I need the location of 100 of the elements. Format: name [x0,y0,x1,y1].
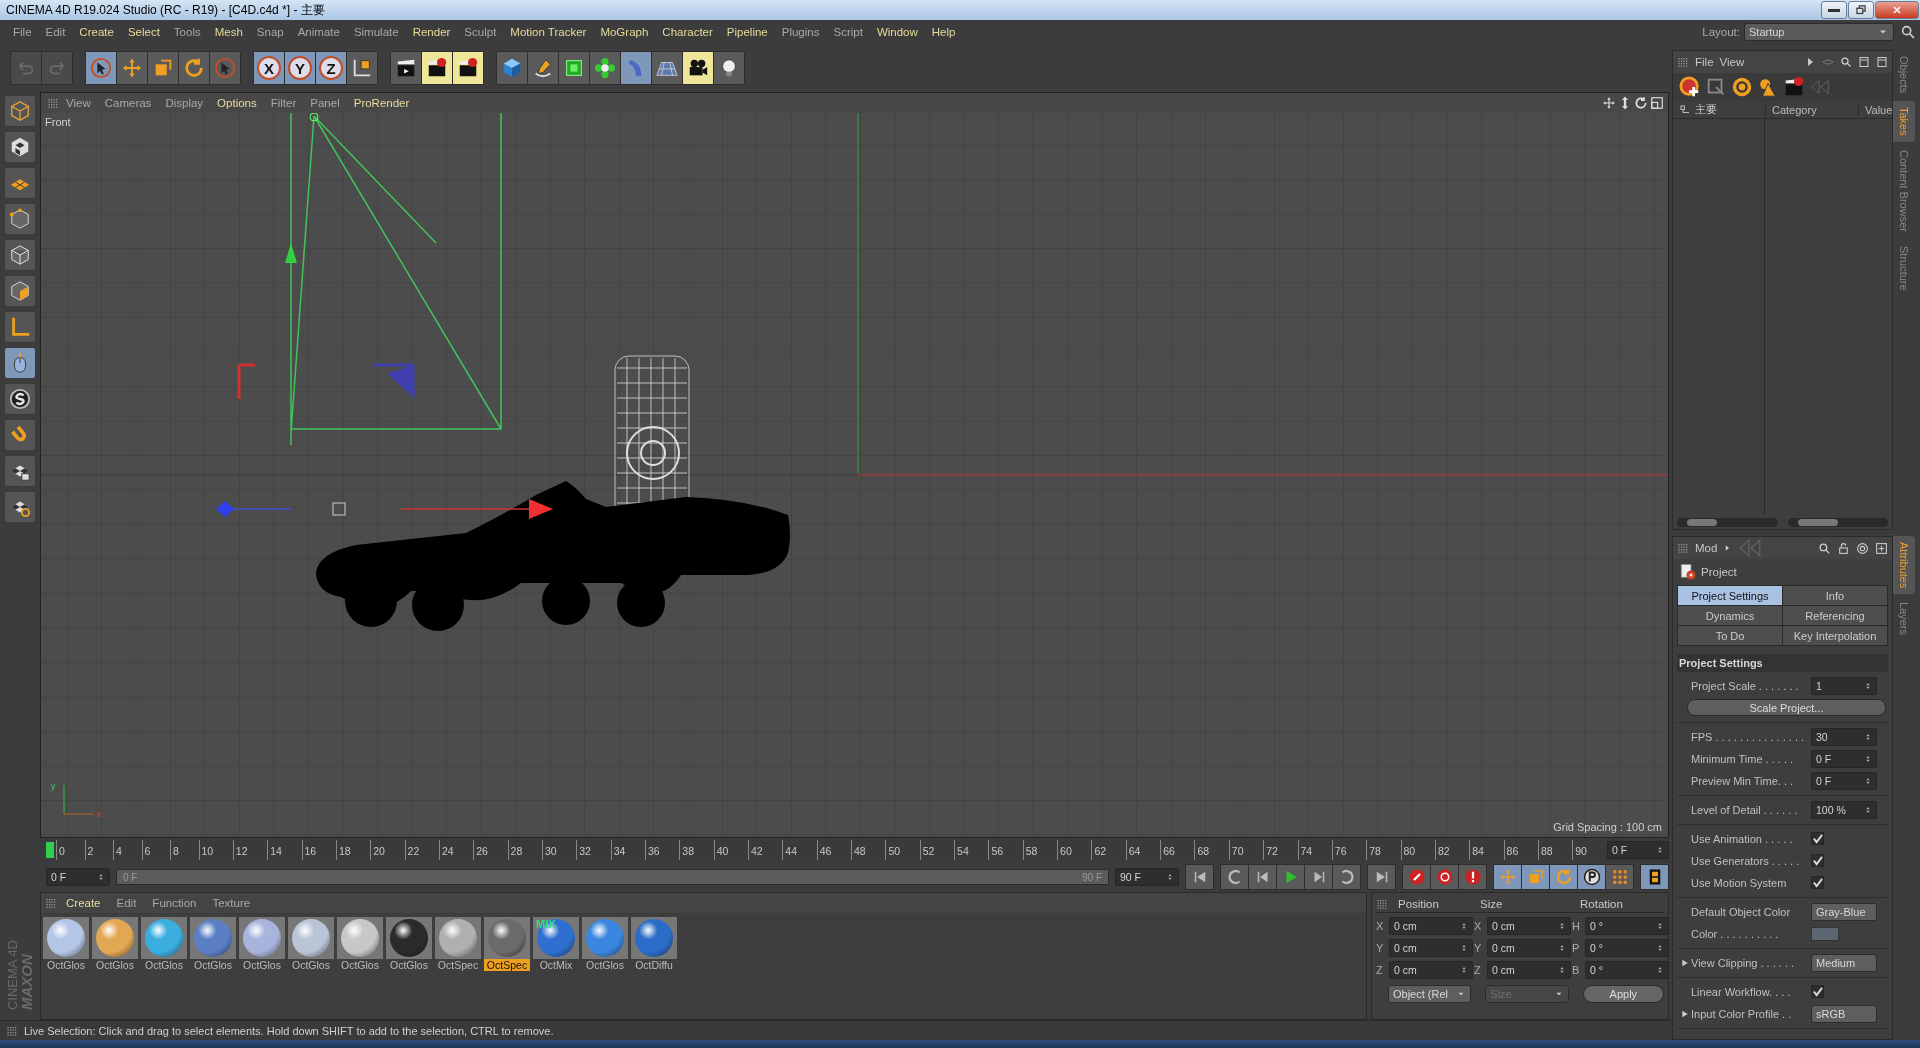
tool-button[interactable] [391,52,421,84]
rotation-field[interactable]: 0 ° [1585,939,1669,957]
material-name[interactable]: OctSpec [484,959,530,971]
tool-button[interactable] [5,456,35,486]
menu-item[interactable]: Snap [249,26,291,38]
menu-item[interactable]: Sculpt [457,26,504,38]
number-field[interactable]: 0 F [1811,771,1877,790]
tab[interactable]: Key Interpolation [1783,626,1887,645]
menu-item[interactable]: View [59,97,98,109]
key-filter-button[interactable] [1578,865,1605,889]
dropdown[interactable]: Gray-Blue [1811,902,1877,921]
menu-item[interactable]: Options [210,97,264,109]
tool-button[interactable] [714,52,744,84]
coordinate-mode-dropdown[interactable]: Object (Rel [1388,985,1472,1003]
menu-item[interactable]: Display [158,97,211,109]
menu-item[interactable]: File [6,26,39,38]
transport-button[interactable] [1186,865,1213,889]
transport-button[interactable] [1333,865,1360,889]
material-name[interactable]: OctGlos [582,959,628,971]
menu-item[interactable]: Help [924,26,963,38]
tab[interactable]: To Do [1678,626,1782,645]
material-name[interactable]: OctGlos [386,959,432,971]
current-frame-field[interactable]: 0 F [1607,841,1669,859]
menu-item[interactable]: Create [72,26,121,38]
transport-button[interactable] [1221,865,1248,889]
tool-button[interactable] [5,132,35,162]
menu-item[interactable]: Render [405,26,458,38]
menu-item[interactable]: Function [145,897,204,909]
menu-item[interactable]: Panel [303,97,347,109]
menu-item[interactable]: Texture [205,897,258,909]
menu-item[interactable]: Character [655,26,720,38]
material-name[interactable]: OctGlos [239,959,285,971]
tool-button[interactable] [5,384,35,414]
checkbox[interactable] [1811,832,1824,845]
material-name[interactable]: OctGlos [190,959,236,971]
end-frame-field[interactable]: 90 F [1115,868,1179,886]
color-swatch[interactable] [1811,926,1839,941]
checkbox[interactable] [1811,985,1824,998]
material-name[interactable]: OctSpec [435,959,481,971]
axis-lock-button[interactable]: Y [285,52,315,84]
side-tab[interactable]: Takes [1893,101,1915,143]
material-name[interactable]: OctMix [533,959,579,971]
menu-item[interactable]: Edit [38,26,73,38]
menu-item[interactable]: Script [826,26,870,38]
number-field[interactable]: 1 [1811,676,1877,695]
timeline-button[interactable] [1641,865,1668,889]
tool-button[interactable] [422,52,452,84]
tab[interactable]: Project Settings [1678,586,1782,605]
material-name[interactable]: OctGlos [43,959,89,971]
minimize-button[interactable] [1821,1,1847,19]
tab[interactable]: Info [1783,586,1887,605]
menu-item[interactable]: Plugins [774,26,827,38]
material-name[interactable]: OctGlos [141,959,187,971]
menu-item[interactable]: MoGraph [593,26,656,38]
record-button[interactable] [1403,865,1430,889]
menu-item[interactable]: Motion Tracker [503,26,594,38]
menu-item[interactable]: Edit [109,897,144,909]
expand-arrow-icon[interactable] [1681,1009,1689,1018]
position-field[interactable]: 0 cm [1389,939,1473,957]
number-field[interactable]: 100 % [1811,800,1877,819]
menu-item[interactable]: Create [59,897,108,909]
checkbox[interactable] [1811,854,1824,867]
menu-item[interactable]: Select [120,26,167,38]
rotation-field[interactable]: 0 ° [1585,961,1669,979]
transport-button[interactable] [1277,865,1304,889]
start-frame-field[interactable]: 0 F [46,868,110,886]
maximize-button[interactable] [1848,1,1874,19]
position-field[interactable]: 0 cm [1389,961,1473,979]
transport-button[interactable] [1305,865,1332,889]
tool-button[interactable] [683,52,713,84]
checkbox[interactable] [1811,876,1824,889]
menu-item[interactable]: Simulate [346,26,406,38]
tool-button[interactable] [347,52,377,84]
tool-button[interactable] [453,52,483,84]
menu-item[interactable]: Filter [263,97,304,109]
layout-dropdown[interactable]: Startup [1744,23,1894,41]
position-field[interactable]: 0 cm [1389,917,1473,935]
menu-item[interactable]: Animate [290,26,347,38]
dropdown[interactable]: Medium [1811,953,1877,972]
tool-button[interactable] [590,52,620,84]
playhead-marker[interactable] [46,842,54,858]
material-name[interactable]: OctGlos [337,959,383,971]
menu-item[interactable]: Tools [166,26,208,38]
apply-button[interactable]: Apply [1582,985,1664,1003]
record-button[interactable] [1431,865,1458,889]
menu-item[interactable]: Mod [1695,542,1718,554]
menu-item[interactable]: ProRender [346,97,417,109]
axis-lock-button[interactable]: Z [316,52,346,84]
record-button[interactable] [1459,865,1486,889]
rotation-field[interactable]: 0 ° [1585,917,1669,935]
tree-item[interactable]: 主要 [1673,102,1765,117]
number-field[interactable]: 30 [1811,727,1877,746]
axis-lock-button[interactable]: X [254,52,284,84]
transport-button[interactable] [1368,865,1395,889]
material-name[interactable]: OctDiffu [631,959,677,971]
expand-arrow-icon[interactable] [1681,958,1689,967]
menu-item[interactable]: Mesh [207,26,250,38]
transport-button[interactable] [1249,865,1276,889]
scale-project-button[interactable]: Scale Project... [1687,699,1886,716]
size-field[interactable]: 0 cm [1487,961,1571,979]
